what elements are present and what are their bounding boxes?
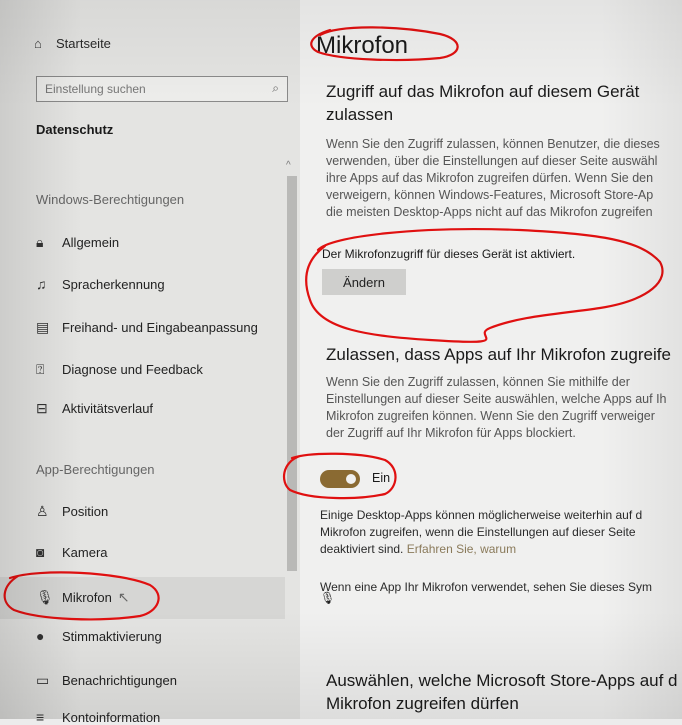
account-icon: ≡ [36, 709, 45, 725]
sidebar-item-label: Diagnose und Feedback [62, 362, 203, 377]
device-access-desc: ihre Apps auf das Mikrofon zugreifen dür… [326, 171, 654, 185]
device-access-heading-line2: zulassen [326, 105, 394, 124]
speech-icon: ♫ [36, 276, 47, 292]
desktop-apps-note-text: deaktiviert sind. [320, 542, 404, 556]
store-apps-heading-line1: Auswählen, welche Microsoft Store-Apps a… [326, 671, 678, 690]
search-placeholder: Einstellung suchen [45, 82, 146, 96]
feedback-icon: ⍰ [36, 361, 45, 377]
sidebar-item-aktivitaetsverlauf[interactable]: ⊟ Aktivitätsverlauf [36, 400, 153, 417]
sidebar-item-label: Kamera [62, 544, 108, 560]
home-icon: ⌂ [34, 36, 42, 51]
home-label: Startseite [56, 36, 111, 51]
device-access-desc: Wenn Sie den Zugriff zulassen, können Be… [326, 137, 660, 151]
learn-more-link[interactable]: Erfahren Sie, warum [407, 542, 516, 556]
sidebar-item-kamera[interactable]: ◙ Kamera [36, 544, 108, 560]
toggle-knob [346, 474, 356, 484]
sidebar-item-label: Position [62, 504, 109, 519]
sidebar-item-position[interactable]: ♙ Position [36, 503, 108, 520]
settings-search-input[interactable]: Einstellung suchen ⌕ [36, 76, 288, 102]
notepad-icon: ▤ [36, 319, 50, 335]
camera-icon: ◙ [36, 544, 45, 560]
sidebar-item-diagnose[interactable]: ⍰ Diagnose und Feedback [36, 361, 203, 378]
device-access-desc: die meisten Desktop-Apps nicht auf das M… [326, 205, 653, 219]
home-link[interactable]: ⌂ Startseite [34, 36, 111, 51]
desktop-apps-note-end: deaktiviert sind. Erfahren Sie, warum [320, 541, 516, 557]
sidebar-item-kontoinformation[interactable]: ≡ Kontoinformation [36, 709, 160, 725]
sidebar-item-stimmaktivierung[interactable]: ● Stimmaktivierung [36, 628, 162, 644]
sidebar-item-label: Stimmaktivierung [62, 628, 162, 644]
app-access-desc: Mikrofon zugreifen können. Wenn Sie den … [326, 409, 655, 423]
lock-icon: 🔒︎ [36, 234, 44, 250]
sidebar-item-label: Benachrichtigungen [62, 673, 177, 688]
sidebar-item-label: Freihand- und Eingabeanpassung [62, 320, 258, 335]
store-apps-heading-line2: Mikrofon zugreifen dürfen [326, 694, 519, 713]
app-access-toggle[interactable] [320, 470, 360, 488]
app-access-heading: Zulassen, dass Apps auf Ihr Mikrofon zug… [326, 345, 671, 364]
notification-icon: ▭ [36, 672, 50, 688]
usage-indicator-note: Wenn eine App Ihr Mikrofon verwendet, se… [320, 580, 652, 594]
toggle-state-label: Ein [372, 471, 391, 485]
device-access-status: Der Mikrofonzugriff für dieses Gerät ist… [322, 247, 576, 261]
category-title: Datenschutz [36, 122, 114, 137]
sidebar-item-label: Allgemein [62, 235, 120, 250]
sidebar-item-allgemein[interactable]: 🔒︎ Allgemein [36, 234, 119, 251]
sidebar-item-mikrofon[interactable]: 🎙︎ Mikrofon ↖ [36, 589, 130, 606]
mouse-cursor-icon: ↖ [117, 589, 130, 605]
desktop-apps-note: Einige Desktop-Apps können möglicherweis… [320, 508, 643, 522]
sidebar-item-label: Kontoinformation [62, 709, 161, 725]
location-icon: ♙ [36, 503, 49, 519]
desktop-apps-note: Mikrofon zugreifen, wenn die Einstellung… [320, 525, 636, 539]
windows-permissions-heading: Windows-Berechtigungen [36, 192, 185, 207]
app-permissions-heading: App-Berechtigungen [36, 462, 155, 477]
sidebar-item-label: Spracherkennung [62, 276, 165, 292]
voice-icon: ● [36, 628, 45, 644]
microphone-symbol-icon: 🎙︎ [320, 591, 336, 605]
sidebar-scrollbar[interactable] [287, 176, 297, 571]
device-access-desc: verwenden, über die Einstellungen auf di… [326, 154, 658, 168]
microphone-icon: 🎙︎ [36, 589, 54, 605]
change-button[interactable]: Ändern [322, 269, 406, 295]
timeline-icon: ⊟ [36, 400, 48, 416]
sidebar-item-label: Mikrofon [62, 590, 112, 605]
device-access-desc: verweigern, können Windows-Features, Mic… [326, 188, 654, 202]
sidebar-item-spracherkennung[interactable]: ♫ Spracherkennung [36, 276, 165, 292]
app-access-desc: Wenn Sie den Zugriff zulassen, können Si… [326, 375, 630, 389]
search-icon[interactable]: ⌕ [272, 81, 279, 96]
sidebar-item-freihand[interactable]: ▤ Freihand- und Eingabeanpassung [36, 319, 258, 336]
app-access-desc: der Zugriff auf Ihr Mikrofon für Apps bl… [326, 426, 576, 440]
device-access-heading-line1: Zugriff auf das Mikrofon auf diesem Gerä… [326, 82, 640, 101]
sidebar-item-label: Aktivitätsverlauf [62, 401, 154, 416]
scroll-up-arrow-icon[interactable]: ^ [286, 160, 291, 171]
app-access-desc: Einstellungen auf dieser Seite auswählen… [326, 392, 667, 406]
sidebar-item-benachrichtigungen[interactable]: ▭ Benachrichtigungen [36, 672, 177, 689]
page-title: Mikrofon [316, 32, 409, 59]
